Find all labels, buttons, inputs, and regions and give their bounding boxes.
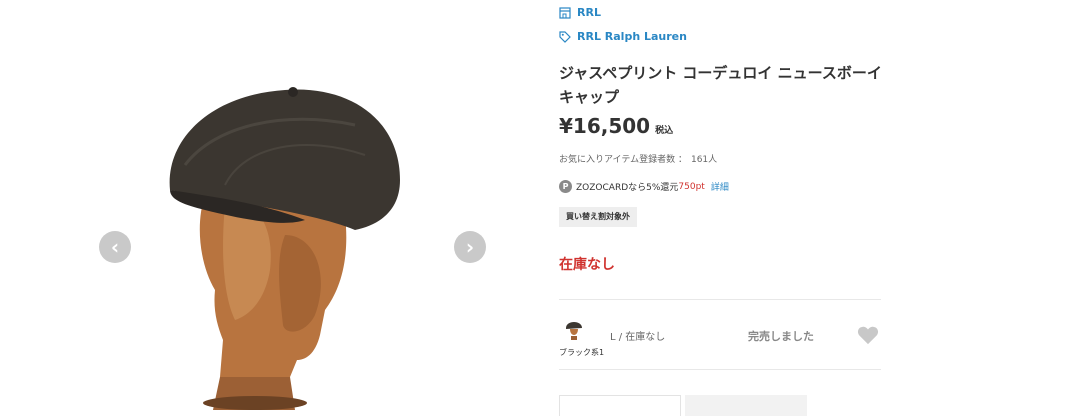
favorite-button-partial[interactable] [685,395,807,416]
points-value: 750pt [678,181,705,192]
product-title: ジャスペプリント コーデュロイ ニュースボーイキャップ [559,64,882,106]
divider [559,369,881,370]
carousel-next-button[interactable]: › [454,231,486,263]
points-text: ZOZOCARDなら5%還元 [576,183,679,193]
favorites-number: 161人 [690,155,718,165]
designer-link[interactable]: RRL Ralph Lauren [559,30,687,43]
brand-link[interactable]: RRL [559,6,601,19]
cart-button-partial[interactable] [559,395,681,416]
points-icon: P [559,180,572,193]
product-image [169,87,400,410]
tax-label: 税込 [655,126,674,136]
soldout-label: 完売しました [748,330,814,343]
brand-link-label: RRL [577,6,601,19]
chevron-left-icon: ‹ [110,235,120,259]
price-value: ¥16,500 [559,114,651,138]
product-info: RRL RRL Ralph Lauren ジャスペプリント コーデュロイ ニュー… [559,0,889,416]
designer-link-label: RRL Ralph Lauren [577,30,687,43]
favorites-label: お気に入りアイテム登録者数 ： [559,155,687,165]
promo-tag: 買い替え割対象外 [559,207,637,227]
points-info: P ZOZOCARDなら5%還元 750pt 詳細 [559,180,729,193]
stock-status: 在庫なし [559,257,615,273]
color-swatch[interactable] [562,317,586,341]
color-label: ブラック系1 [559,348,605,357]
price: ¥16,500 税込 [559,114,673,138]
points-detail-link[interactable]: 詳細 [711,180,729,193]
carousel-prev-button[interactable]: ‹ [99,231,131,263]
heart-icon[interactable] [857,325,879,345]
favorites-count: お気に入りアイテム登録者数 ： 161人 [559,152,717,165]
chevron-right-icon: › [465,235,475,259]
variant-row: ブラック系1 L / 在庫なし 完売しました [559,300,881,369]
tag-icon [559,30,571,43]
size-stock: L / 在庫なし [610,332,666,343]
product-gallery: ‹ › [95,0,495,410]
store-icon [559,6,571,19]
